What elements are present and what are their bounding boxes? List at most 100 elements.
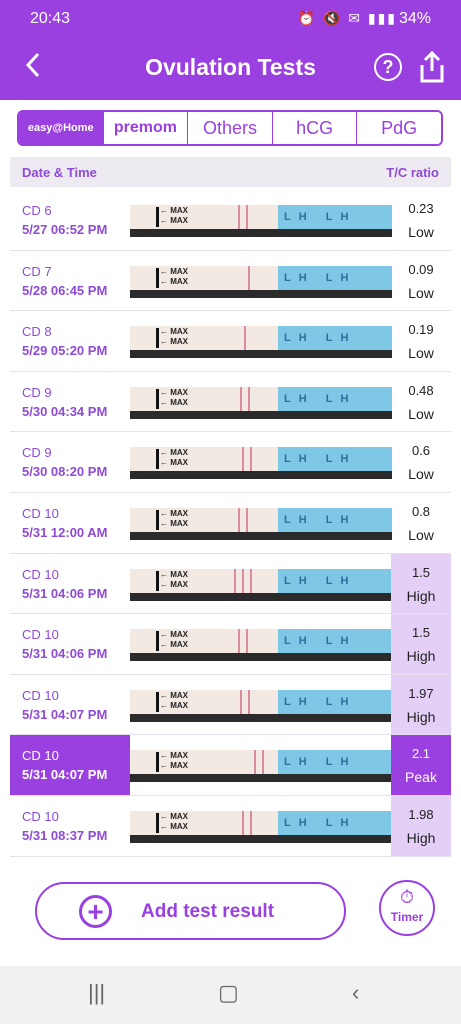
strip-shadow bbox=[130, 471, 392, 480]
plus-circle-icon: + bbox=[79, 895, 112, 928]
cycle-day: CD 9 bbox=[22, 445, 52, 461]
share-icon bbox=[420, 50, 444, 83]
test-datetime: 5/31 04:07 PM bbox=[22, 767, 108, 783]
lh-level-badge: Low bbox=[408, 466, 434, 483]
strip-shadow bbox=[130, 592, 392, 601]
tab-hcg[interactable]: hCG bbox=[272, 112, 358, 144]
lh-level-badge: Low bbox=[408, 345, 434, 362]
strip-max-labels: ← MAX ← MAX bbox=[160, 387, 188, 407]
tc-ratio-cell: 0.09 Low bbox=[391, 251, 451, 311]
table-row[interactable]: CD 10 5/31 12:00 AM ← MAX← MAX LH LH LH 0.8 L… bbox=[10, 493, 451, 554]
table-row[interactable]: CD 10 5/31 04:06 PM ← MAX← MAX LH LH LH 1.5 H… bbox=[10, 553, 451, 615]
table-row[interactable]: CD 6 5/27 06:52 PM ← MAX← MAX LH LH LH 0.23 L… bbox=[10, 190, 451, 251]
tab-others[interactable]: Others bbox=[188, 112, 273, 144]
tc-ratio-value: 0.19 bbox=[408, 322, 434, 338]
table-row[interactable]: CD 10 5/31 04:07 PM ← MAX← MAX LH LH LH 2.1 P… bbox=[10, 735, 451, 796]
table-row[interactable]: CD 7 5/28 06:45 PM ← MAX← MAX LH LH LH 0.09 L… bbox=[10, 251, 451, 312]
strip-max-labels: ← MAX ← MAX bbox=[160, 327, 188, 347]
brand-tabs: easy@Home premom Others hCG PdG bbox=[17, 110, 443, 146]
tc-ratio-value: 1.5 bbox=[411, 625, 431, 641]
tab-easy-home[interactable]: easy@Home bbox=[19, 112, 104, 144]
test-strip-image: ← MAX← MAX LH LH LH bbox=[130, 507, 392, 540]
test-datetime: 5/31 12:00 AM bbox=[22, 524, 108, 540]
strip-lh-area: LH LH LH bbox=[278, 447, 392, 479]
table-header: Date & Time T/C ratio bbox=[10, 157, 451, 187]
strip-shadow bbox=[130, 531, 392, 540]
test-datetime: 5/28 06:45 PM bbox=[22, 282, 108, 298]
strip-line bbox=[234, 568, 236, 593]
lh-level-badge: High bbox=[406, 648, 436, 665]
test-datetime: 5/31 04:06 PM bbox=[22, 585, 108, 601]
strip-line bbox=[242, 447, 244, 472]
cycle-day: CD 10 bbox=[22, 505, 59, 521]
strip-handle-mark bbox=[156, 570, 159, 591]
timer-label: Timer bbox=[390, 910, 424, 924]
strip-handle-mark bbox=[156, 267, 159, 288]
timer-button[interactable]: ⏱ Timer bbox=[379, 880, 435, 936]
test-datetime: 5/31 08:37 PM bbox=[22, 827, 108, 843]
test-strip-image: ← MAX← MAX LH LH LH bbox=[130, 326, 392, 359]
column-date-time: Date & Time bbox=[22, 165, 97, 180]
table-row[interactable]: CD 105/31 04:07 PM← MAX← MAXLH LH LH1.97… bbox=[10, 674, 451, 736]
strip-line bbox=[250, 810, 252, 835]
recents-button[interactable]: ||| bbox=[88, 980, 105, 1006]
strip-line bbox=[262, 750, 264, 775]
test-list: CD 6 5/27 06:52 PM ← MAX← MAX LH LH LH 0.23 L… bbox=[10, 190, 451, 857]
strip-max-labels: ← MAX ← MAX bbox=[160, 811, 188, 831]
strip-max-labels: ← MAX ← MAX bbox=[160, 206, 188, 225]
tab-pdg[interactable]: PdG bbox=[357, 112, 441, 144]
strip-lh-area: LH LH LH bbox=[278, 265, 392, 298]
test-strip-image: ← MAX← MAX LH LH LH bbox=[130, 810, 392, 843]
strip-lh-area: LH LH LH bbox=[278, 568, 392, 601]
cycle-day: CD 10 bbox=[22, 808, 59, 824]
share-button[interactable] bbox=[418, 50, 446, 84]
help-icon: ? bbox=[382, 57, 394, 77]
cycle-day: CD 10 bbox=[22, 566, 59, 582]
strip-lh-area: LH LH LH bbox=[278, 689, 392, 722]
strip-line bbox=[238, 507, 240, 532]
test-strip-image: ← MAX← MAX LH LH LH bbox=[130, 750, 392, 783]
table-row[interactable]: CD 9 5/30 04:34 PM ← MAX← MAX LH LH LH 0.48 L… bbox=[10, 372, 451, 433]
tc-ratio-value: 1.97 bbox=[408, 685, 434, 701]
status-icons: ⏰ 🔇 ✉ ▮▮▮ bbox=[297, 10, 397, 26]
tc-ratio-cell: 1.97 High bbox=[391, 674, 451, 735]
strip-line bbox=[248, 265, 250, 290]
test-datetime: 5/30 04:34 PM bbox=[22, 403, 108, 419]
tc-ratio-value: 0.23 bbox=[408, 201, 434, 216]
stopwatch-icon: ⏱ bbox=[399, 887, 415, 907]
table-row[interactable]: CD 10 5/31 04:06 PM ← MAX← MAX LH LH LH 1.5 H… bbox=[10, 614, 451, 675]
tc-ratio-cell: 1.5 High bbox=[391, 614, 451, 674]
tc-ratio-cell: 0.8 Low bbox=[391, 493, 451, 553]
test-strip-image: ← MAX← MAX LH LH LH bbox=[130, 265, 392, 298]
tc-ratio-cell: 0.6 Low bbox=[391, 432, 451, 492]
system-nav-bar: ||| ▢ ‹ bbox=[0, 966, 461, 1024]
nav-back-button[interactable]: ‹ bbox=[352, 980, 359, 1006]
help-button[interactable]: ? bbox=[374, 53, 402, 81]
lh-level-badge: Low bbox=[408, 224, 434, 240]
strip-lh-area: LH LH LH bbox=[278, 326, 392, 358]
strip-line bbox=[240, 386, 242, 411]
strip-line bbox=[246, 507, 248, 532]
strip-line bbox=[246, 629, 248, 654]
strip-lh-area: LH LH LH bbox=[278, 205, 392, 237]
strip-shadow bbox=[130, 713, 392, 722]
strip-line bbox=[254, 750, 256, 775]
tc-ratio-value: 2.1 bbox=[411, 746, 431, 762]
tc-ratio-value: 0.8 bbox=[411, 503, 431, 519]
add-test-result-button[interactable]: + Add test result bbox=[35, 882, 346, 940]
tc-ratio-cell: 0.19 Low bbox=[391, 311, 451, 371]
strip-shadow bbox=[130, 289, 392, 298]
test-datetime: 5/27 06:52 PM bbox=[22, 222, 108, 237]
test-strip-image: ← MAX← MAX LH LH LH bbox=[130, 568, 392, 601]
strip-max-labels: ← MAX ← MAX bbox=[160, 508, 188, 528]
strip-handle-mark bbox=[156, 752, 159, 773]
strip-line bbox=[242, 810, 244, 835]
table-row[interactable]: CD 9 5/30 08:20 PM ← MAX← MAX LH LH LH 0.6 Lo… bbox=[10, 432, 451, 493]
table-row[interactable]: CD 8 5/29 05:20 PM ← MAX← MAX LH LH LH 0.19 L… bbox=[10, 311, 451, 372]
home-button[interactable]: ▢ bbox=[218, 980, 239, 1006]
tab-premom[interactable]: premom bbox=[103, 112, 189, 144]
table-row[interactable]: CD 105/31 08:37 PM← MAX← MAXLH LH LH1.98… bbox=[10, 795, 451, 857]
strip-shadow bbox=[130, 410, 392, 419]
app-bar: Ovulation Tests ? bbox=[0, 40, 461, 100]
tc-ratio-cell: 2.1 Peak bbox=[391, 735, 451, 795]
